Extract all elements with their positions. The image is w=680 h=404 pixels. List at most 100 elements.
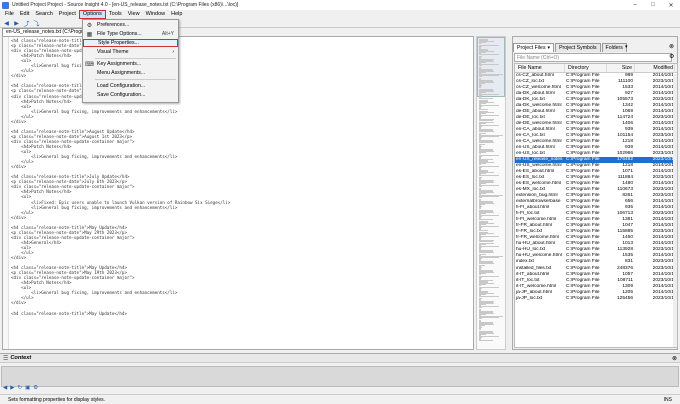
size-cell: 125456 bbox=[616, 295, 633, 301]
minimap-line bbox=[479, 124, 499, 126]
minimap-line bbox=[479, 158, 493, 160]
context-body[interactable] bbox=[1, 366, 679, 387]
minimap-line bbox=[479, 336, 499, 337]
context-icon: ☰ bbox=[3, 355, 9, 362]
minimap-line bbox=[479, 196, 499, 198]
minimap-line bbox=[479, 75, 499, 77]
minimap-line bbox=[479, 317, 499, 319]
menu-item-style-properties-label: Style Properties... bbox=[98, 40, 139, 46]
code-line[interactable]: <h4 class="release-note-title">May Updat… bbox=[11, 311, 473, 316]
menu-help[interactable]: Help bbox=[168, 10, 185, 19]
jump-up-icon[interactable]: ⤴ bbox=[23, 20, 30, 28]
menu-item-file-type-options-label: File Type Options... bbox=[97, 31, 142, 37]
menu-tools[interactable]: Tools bbox=[106, 10, 125, 19]
menu-file[interactable]: File bbox=[2, 10, 17, 19]
close-icon[interactable]: ⊗ bbox=[672, 355, 677, 362]
minimap-line bbox=[479, 154, 499, 156]
shortcut-label: Alt+Y bbox=[161, 31, 174, 37]
menu-item-style-properties[interactable]: Style Properties... bbox=[83, 39, 178, 47]
keyboard-icon: ⌨ bbox=[85, 61, 94, 68]
menu-item-key-assignments[interactable]: ⌨ Key Assignments... bbox=[83, 60, 178, 68]
minimap-line bbox=[479, 105, 499, 106]
filter-options-icon[interactable]: ⚙ bbox=[669, 53, 675, 62]
menu-item-visual-theme[interactable]: Visual Theme › bbox=[83, 48, 178, 56]
minimap-line bbox=[479, 219, 493, 221]
modified-cell: 2023/10/1 bbox=[652, 295, 674, 301]
forward-arrow-icon[interactable]: ▶ bbox=[10, 385, 14, 391]
menu-item-key-assignments-label: Key Assignments... bbox=[97, 61, 142, 67]
menu-item-file-type-options[interactable]: ▦ File Type Options... Alt+Y bbox=[83, 30, 178, 38]
menu-item-menu-assignments[interactable]: Menu Assignments... bbox=[83, 69, 178, 77]
minimap-line bbox=[479, 135, 499, 137]
menu-item-menu-assignments-label: Menu Assignments... bbox=[97, 70, 146, 76]
window-title: Untitled Project Project - Source Insigh… bbox=[12, 2, 239, 8]
context-label: Context bbox=[10, 355, 32, 361]
submenu-arrow-icon: › bbox=[172, 49, 174, 55]
panel-tabs: Project Files ▾ Project Symbols Folders bbox=[513, 43, 628, 52]
menu-item-preferences-label: Preferences... bbox=[97, 22, 130, 28]
code-text[interactable]: <h4 class="release-note-title"> <p class=… bbox=[11, 38, 473, 316]
file-filter-input[interactable]: File Name (Ctrl+O) bbox=[514, 53, 672, 62]
menu-project[interactable]: Project bbox=[56, 10, 79, 19]
tab-overflow-chevron-icon[interactable]: ▾ bbox=[625, 44, 633, 51]
options-menu: ⚙ Preferences... ▦ File Type Options... Alt… bbox=[82, 19, 179, 103]
minimap-line bbox=[479, 185, 499, 187]
code-editor[interactable]: <h4 class="release-note-title"> <p class=… bbox=[2, 36, 474, 350]
menu-bar: File Edit Search Project Options Tools V… bbox=[0, 10, 680, 19]
minimap-line bbox=[479, 275, 499, 277]
directory-cell: C:\Program File bbox=[566, 295, 600, 301]
file-table-scrollbar[interactable] bbox=[673, 74, 677, 347]
context-toolbar: ◀ ▶ ↻ ▣ ⚙ bbox=[0, 384, 38, 392]
menu-options[interactable]: Options bbox=[78, 10, 106, 19]
file-table-header: File Name Directory Size Modified bbox=[515, 64, 677, 73]
column-modified[interactable]: Modified bbox=[635, 64, 675, 72]
tab-project-symbols[interactable]: Project Symbols bbox=[555, 43, 601, 52]
menu-item-save-configuration[interactable]: Save Configuration... bbox=[83, 91, 178, 99]
table-row[interactable]: ja-JP_loc.txt C:\Program File 125456 2023/1… bbox=[515, 296, 677, 302]
insert-mode-indicator: INS bbox=[663, 396, 672, 403]
minimap-line bbox=[479, 256, 499, 258]
gear-icon: ⚙ bbox=[86, 22, 93, 29]
menu-view[interactable]: View bbox=[125, 10, 143, 19]
minimap-line bbox=[479, 54, 499, 56]
jump-icon[interactable]: ↻ bbox=[17, 385, 22, 391]
back-arrow-icon[interactable]: ◀ bbox=[3, 385, 7, 391]
menu-window[interactable]: Window bbox=[143, 10, 169, 19]
minimap-line bbox=[479, 245, 499, 247]
tab-folders[interactable]: Folders bbox=[601, 43, 627, 52]
minimap-line bbox=[479, 94, 499, 95]
context-panel: ☰ Context ⊗ bbox=[0, 353, 680, 391]
minimap-line bbox=[479, 175, 499, 177]
context-header: ☰ Context ⊗ bbox=[0, 354, 680, 363]
minimap-line bbox=[479, 286, 499, 288]
minimap-line bbox=[479, 306, 499, 308]
column-size[interactable]: Size bbox=[607, 64, 635, 72]
lock-icon[interactable]: ▣ bbox=[25, 385, 30, 391]
chevron-down-icon[interactable]: ▾ bbox=[548, 45, 551, 51]
file-table-body: cs-CZ_about.html C:\Program File 989 2014/1… bbox=[515, 73, 677, 302]
menu-item-preferences[interactable]: ⚙ Preferences... bbox=[83, 21, 178, 29]
forward-arrow-icon[interactable]: ▶ bbox=[13, 20, 20, 27]
menu-separator bbox=[95, 79, 176, 80]
minimap-line bbox=[479, 44, 499, 46]
minimap-line bbox=[479, 114, 499, 116]
file-table: File Name Directory Size Modified cs-CZ_… bbox=[514, 63, 678, 348]
minimap-line bbox=[479, 165, 499, 167]
tab-project-files[interactable]: Project Files ▾ bbox=[513, 43, 555, 52]
close-button[interactable]: ✕ bbox=[662, 0, 680, 10]
back-arrow-icon[interactable]: ◀ bbox=[3, 20, 10, 27]
editor-scrollbar[interactable] bbox=[507, 36, 511, 350]
minimize-button[interactable]: – bbox=[626, 0, 644, 10]
minimap-line bbox=[479, 226, 499, 227]
project-panel: Project Files ▾ Project Symbols Folders ▾… bbox=[512, 36, 678, 350]
menu-separator bbox=[95, 58, 176, 59]
jump-down-icon[interactable]: ⤵ bbox=[33, 20, 40, 28]
column-directory[interactable]: Directory bbox=[565, 64, 607, 72]
maximize-button[interactable]: □ bbox=[644, 0, 662, 10]
menu-item-load-configuration[interactable]: Load Configuration... bbox=[83, 82, 178, 90]
pin-icon[interactable]: ⊗ bbox=[669, 43, 674, 50]
minimap[interactable] bbox=[476, 36, 506, 350]
minimap-line bbox=[479, 279, 493, 281]
column-file-name[interactable]: File Name bbox=[515, 64, 565, 72]
settings-icon[interactable]: ⚙ bbox=[33, 385, 38, 391]
